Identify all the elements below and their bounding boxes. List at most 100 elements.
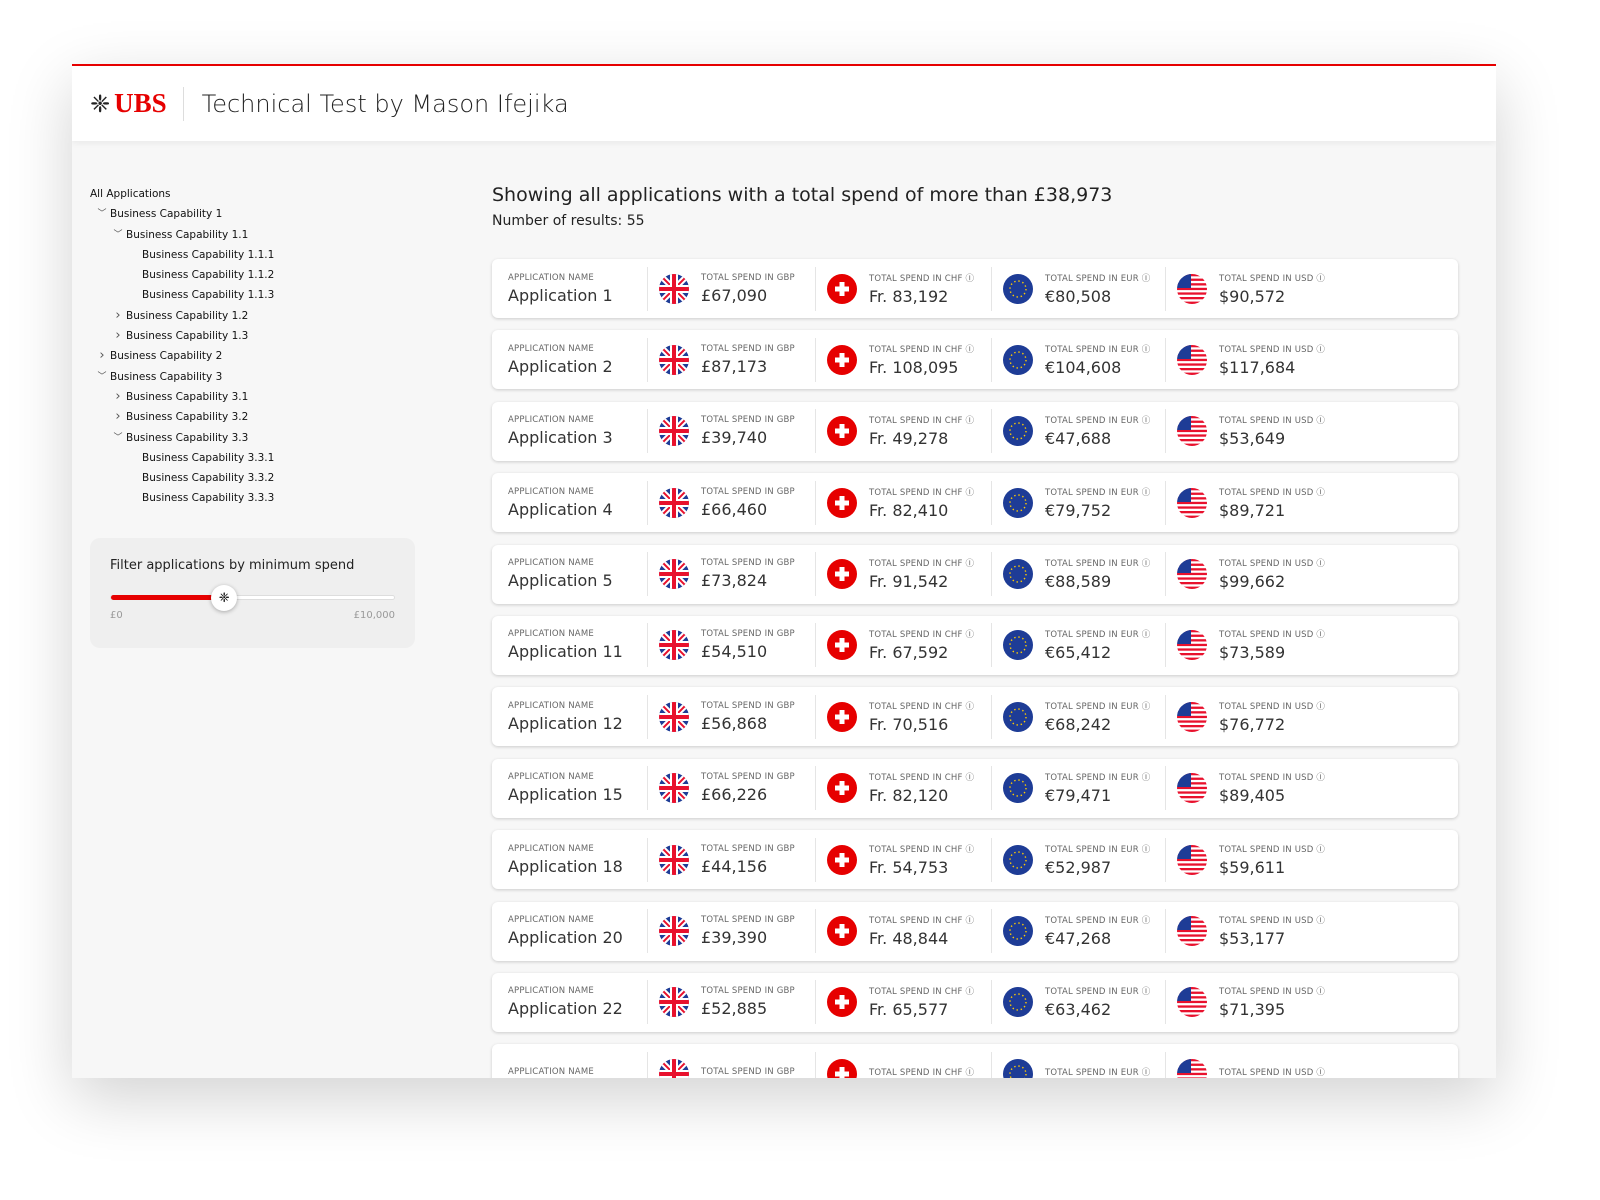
gbp-value: £52,885 — [701, 999, 768, 1019]
chevron-down-icon[interactable]: ﹀ — [110, 428, 126, 448]
chf-flag-icon — [827, 701, 857, 732]
usd-label[interactable]: Total spend in USD ⓘ — [1219, 1066, 1325, 1078]
tree-item[interactable]: All Applications — [90, 184, 420, 204]
chevron-right-icon[interactable]: › — [110, 407, 126, 427]
tree-item[interactable]: Business Capability 3.3.2 — [90, 468, 420, 488]
application-row[interactable]: Application name Application 11 Total spen… — [492, 615, 1458, 675]
application-row[interactable]: Application name Application 1 Total spend… — [492, 259, 1458, 318]
tree-item[interactable]: › Business Capability 3.1 — [90, 387, 420, 407]
chf-label[interactable]: Total spend in CHF ⓘ — [869, 343, 974, 355]
chevron-right-icon[interactable]: › — [110, 387, 126, 407]
min-spend-slider[interactable]: ❈ — [110, 585, 395, 611]
usd-label[interactable]: Total spend in USD ⓘ — [1219, 272, 1325, 284]
tree-item[interactable]: Business Capability 1.1.3 — [90, 285, 420, 305]
application-row[interactable]: Application name Total spend in GBP Total … — [492, 1044, 1458, 1078]
usd-flag-icon — [1177, 916, 1207, 947]
chevron-right-icon[interactable]: › — [110, 326, 126, 346]
application-name: Application 2 — [508, 356, 613, 376]
chf-flag-icon — [827, 630, 857, 661]
gbp-value: £87,173 — [701, 356, 768, 376]
usd-label[interactable]: Total spend in USD ⓘ — [1219, 700, 1325, 712]
chevron-right-icon[interactable]: › — [94, 346, 110, 366]
tree-item[interactable]: ﹀ Business Capability 1 — [90, 204, 420, 224]
application-row[interactable]: Application name Application 3 Total spend… — [492, 401, 1458, 461]
application-row[interactable]: Application name Application 15 Total spen… — [492, 758, 1458, 818]
ubs-logo[interactable]: ❈ UBS — [90, 86, 184, 121]
tree-item-label: Business Capability 3 — [110, 370, 223, 383]
eur-label[interactable]: Total spend in EUR ⓘ — [1045, 343, 1150, 355]
chf-label[interactable]: Total spend in CHF ⓘ — [869, 414, 974, 426]
chevron-down-icon[interactable]: ﹀ — [110, 225, 126, 245]
chevron-right-icon[interactable]: › — [110, 306, 126, 326]
eur-label[interactable]: Total spend in EUR ⓘ — [1045, 557, 1150, 569]
eur-label[interactable]: Total spend in EUR ⓘ — [1045, 272, 1150, 284]
results: Showing all applications with a total sp… — [492, 184, 1458, 1078]
eur-label[interactable]: Total spend in EUR ⓘ — [1045, 1066, 1150, 1078]
tree-item[interactable]: Business Capability 1.1.2 — [90, 265, 420, 285]
eur-label[interactable]: Total spend in EUR ⓘ — [1045, 486, 1150, 498]
application-row[interactable]: Application name Application 2 Total spend… — [492, 330, 1458, 390]
tree-item[interactable]: › Business Capability 2 — [90, 346, 420, 366]
usd-label[interactable]: Total spend in USD ⓘ — [1219, 843, 1325, 855]
chf-label[interactable]: Total spend in CHF ⓘ — [869, 914, 974, 926]
tree-item[interactable]: › Business Capability 3.2 — [90, 407, 420, 427]
chf-label[interactable]: Total spend in CHF ⓘ — [869, 1066, 974, 1078]
eur-label[interactable]: Total spend in EUR ⓘ — [1045, 628, 1150, 640]
eur-cell: Total spend in EUR ⓘ €52,987 — [992, 837, 1166, 882]
tree-item[interactable]: Business Capability 1.1.1 — [90, 245, 420, 265]
tree-item[interactable]: ﹀ Business Capability 3 — [90, 367, 420, 387]
tree-item-label: Business Capability 1.1.2 — [142, 269, 275, 282]
usd-label[interactable]: Total spend in USD ⓘ — [1219, 486, 1325, 498]
eur-label[interactable]: Total spend in EUR ⓘ — [1045, 700, 1150, 712]
usd-label[interactable]: Total spend in USD ⓘ — [1219, 985, 1325, 997]
usd-flag-icon — [1177, 630, 1207, 661]
application-row[interactable]: Application name Application 12 Total spen… — [492, 687, 1458, 747]
eur-label[interactable]: Total spend in EUR ⓘ — [1045, 914, 1150, 926]
eur-label[interactable]: Total spend in EUR ⓘ — [1045, 771, 1150, 783]
chf-label[interactable]: Total spend in CHF ⓘ — [869, 771, 974, 783]
gbp-flag-icon — [659, 344, 689, 375]
tree-item[interactable]: ﹀ Business Capability 3.3 — [90, 428, 420, 448]
name-cell: Application name Application 1 — [508, 266, 648, 311]
chf-label[interactable]: Total spend in CHF ⓘ — [869, 557, 974, 569]
chf-label[interactable]: Total spend in CHF ⓘ — [869, 272, 974, 284]
application-row[interactable]: Application name Application 5 Total spend… — [492, 544, 1458, 604]
name-label: Application name — [508, 700, 594, 711]
chevron-down-icon[interactable]: ﹀ — [94, 204, 110, 224]
chf-label[interactable]: Total spend in CHF ⓘ — [869, 700, 974, 712]
chf-label[interactable]: Total spend in CHF ⓘ — [869, 628, 974, 640]
tree-item[interactable]: Business Capability 3.3.3 — [90, 488, 420, 508]
usd-label[interactable]: Total spend in USD ⓘ — [1219, 343, 1325, 355]
eur-label[interactable]: Total spend in EUR ⓘ — [1045, 414, 1150, 426]
tree-item[interactable]: ﹀ Business Capability 1.1 — [90, 225, 420, 245]
usd-label[interactable]: Total spend in USD ⓘ — [1219, 914, 1325, 926]
eur-cell: Total spend in EUR ⓘ €80,508 — [992, 266, 1166, 311]
usd-label[interactable]: Total spend in USD ⓘ — [1219, 771, 1325, 783]
name-label: Application name — [508, 1067, 594, 1078]
gbp-value: £39,390 — [701, 928, 768, 948]
chevron-down-icon[interactable]: ﹀ — [94, 367, 110, 387]
tree-item[interactable]: › Business Capability 1.2 — [90, 306, 420, 326]
application-row[interactable]: Application name Application 18 Total spen… — [492, 830, 1458, 890]
slider-handle[interactable]: ❈ — [211, 585, 238, 611]
chf-value: Fr. 49,278 — [869, 429, 949, 449]
tree-item[interactable]: Business Capability 3.3.1 — [90, 448, 420, 468]
eur-label[interactable]: Total spend in EUR ⓘ — [1045, 985, 1150, 997]
application-name: Application 20 — [508, 928, 623, 948]
application-row[interactable]: Application name Application 20 Total spen… — [492, 901, 1458, 961]
usd-value: $90,572 — [1219, 286, 1286, 306]
usd-label[interactable]: Total spend in USD ⓘ — [1219, 557, 1325, 569]
gbp-value: £73,824 — [701, 571, 768, 591]
eur-label[interactable]: Total spend in EUR ⓘ — [1045, 843, 1150, 855]
usd-label[interactable]: Total spend in USD ⓘ — [1219, 628, 1325, 640]
name-cell: Application name Application 5 — [508, 552, 648, 597]
chf-label[interactable]: Total spend in CHF ⓘ — [869, 985, 974, 997]
tree-item-label: Business Capability 1.1.3 — [142, 289, 275, 302]
chf-label[interactable]: Total spend in CHF ⓘ — [869, 843, 974, 855]
usd-label[interactable]: Total spend in USD ⓘ — [1219, 414, 1325, 426]
chf-label[interactable]: Total spend in CHF ⓘ — [869, 486, 974, 498]
application-row[interactable]: Application name Application 22 Total spen… — [492, 972, 1458, 1032]
tree-item[interactable]: › Business Capability 1.3 — [90, 326, 420, 346]
application-row[interactable]: Application name Application 4 Total spend… — [492, 473, 1458, 533]
chf-flag-icon — [827, 273, 857, 304]
